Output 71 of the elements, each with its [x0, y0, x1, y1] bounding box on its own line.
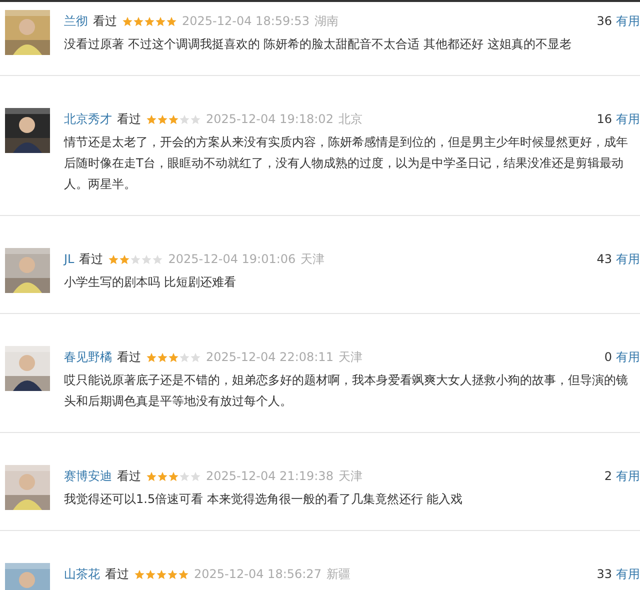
star-icon — [167, 568, 178, 580]
user-name[interactable]: 山茶花 — [64, 565, 100, 583]
star-icon — [179, 470, 190, 482]
star-icon — [179, 352, 190, 362]
star-icon — [190, 114, 201, 124]
comment-time: 2025-12-04 22:08:11 — [206, 349, 334, 366]
watch-status: 看过 — [93, 13, 117, 30]
star-icon — [146, 352, 157, 362]
comment-region: 湖南 — [314, 13, 338, 30]
comment-text: 小学生写的剧本吗 比短剧还难看 — [64, 274, 237, 291]
star-icon — [108, 254, 120, 264]
comment-text: 情节还是太老了，开会的方案从来没有实质内容，陈妍希感情是到位的，但是男主少年时候显然更好，成年后随时像在走T台，眼眶动不动就红了，没有人物成熟的过度，以为是中学圣日记，结果没准还是剪辑最动人。两星半。 — [64, 134, 629, 193]
vote-count: 36 — [596, 13, 612, 30]
comment-region: 天津 — [300, 251, 325, 268]
star-icon — [168, 352, 179, 362]
vote-count: 16 — [596, 111, 612, 128]
watch-status: 看过 — [117, 349, 141, 366]
star-icon — [144, 16, 155, 26]
star-icon — [190, 352, 201, 362]
star-icon — [133, 16, 144, 26]
star-icon — [157, 352, 168, 362]
watch-status: 看过 — [79, 251, 104, 268]
star-icon — [146, 114, 157, 124]
star-icon — [190, 470, 201, 482]
star-icon — [156, 568, 167, 580]
star-icon — [178, 568, 189, 580]
comment-text: 哎只能说原著底子还是不错的，姐弟恋多好的题材啊，我本身爱看飒爽大女人拯救小狗的故事，但导演的镜头和后期调色真是平等地没有放过每个人。 — [64, 372, 629, 410]
comment-region: 天津 — [338, 468, 362, 485]
watch-status: 看过 — [105, 566, 129, 583]
useful-link[interactable]: 有用 — [616, 110, 640, 128]
star-icon — [141, 254, 152, 264]
star-icon — [157, 470, 168, 482]
useful-link[interactable]: 有用 — [616, 250, 640, 268]
comment-time: 2025-12-04 19:18:02 — [206, 111, 334, 128]
star-icon — [168, 114, 179, 124]
star-icon — [122, 16, 133, 26]
comment-text: 我觉得还可以1.5倍速可看 本来觉得选角很一般的看了几集竟然还行 能入戏 — [64, 491, 464, 508]
user-name[interactable]: 赛博安迪 — [64, 467, 112, 485]
comment-region: 天津 — [338, 349, 362, 366]
star-icon — [119, 254, 130, 264]
star-icon — [155, 16, 166, 26]
comment-text: 没看过原著 不过这个调调我挺喜欢的 陈妍希的脸太甜配音不太合适 其他都还好 这姐真的不显老 — [64, 36, 572, 53]
useful-link[interactable]: 有用 — [616, 467, 640, 485]
vote-count: 33 — [596, 566, 612, 583]
useful-link[interactable]: 有用 — [616, 348, 640, 366]
comment-region: 北京 — [338, 111, 362, 128]
useful-link[interactable]: 有用 — [616, 12, 640, 30]
star-icon — [146, 470, 157, 482]
useful-link[interactable]: 有用 — [616, 565, 640, 583]
comment-time: 2025-12-04 18:56:27 — [194, 566, 322, 583]
vote-count: 43 — [596, 251, 612, 268]
vote-count: 0 — [604, 349, 612, 366]
watch-status: 看过 — [117, 111, 141, 128]
vote-count: 2 — [604, 468, 612, 485]
star-icon — [168, 470, 179, 482]
user-name[interactable]: 北京秀才 — [64, 110, 112, 128]
comment-time: 2025-12-04 19:01:06 — [168, 251, 296, 268]
user-name[interactable]: 春见野橘 — [64, 348, 112, 366]
star-icon — [130, 254, 142, 264]
user-name[interactable]: JL — [64, 250, 74, 268]
star-icon — [145, 568, 156, 580]
star-icon — [134, 568, 145, 580]
star-icon — [152, 254, 164, 264]
star-icon — [179, 114, 190, 124]
user-name[interactable]: 兰彻 — [64, 12, 88, 30]
star-icon — [166, 16, 177, 26]
comment-time: 2025-12-04 18:59:53 — [182, 13, 310, 30]
star-icon — [157, 114, 168, 124]
comment-region: 新疆 — [326, 566, 350, 583]
comment-time: 2025-12-04 21:19:38 — [206, 468, 334, 485]
watch-status: 看过 — [117, 468, 141, 485]
